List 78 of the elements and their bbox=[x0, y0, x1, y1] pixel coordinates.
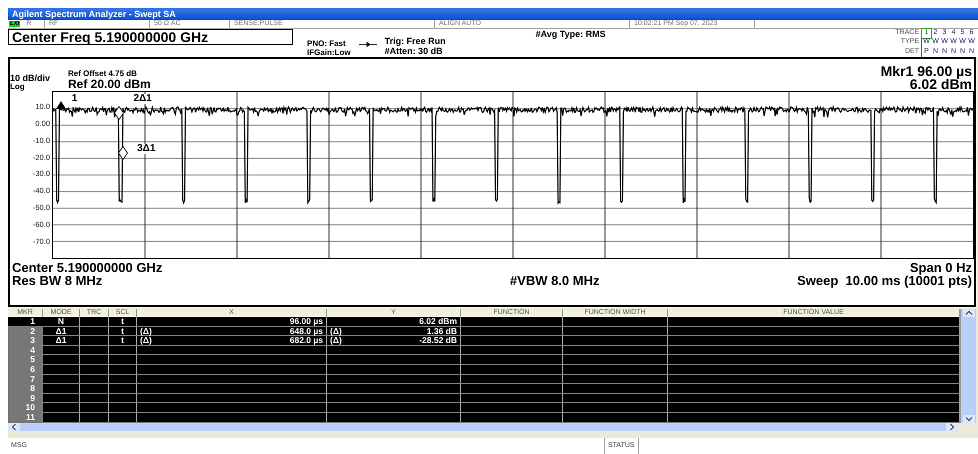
table-cell: Δ1 bbox=[43, 326, 80, 336]
table-cell: (Δ) 1.36 dB bbox=[327, 326, 461, 336]
table-cell bbox=[43, 355, 80, 365]
table-cell bbox=[43, 364, 80, 375]
table-cell bbox=[109, 374, 137, 384]
table-cell bbox=[43, 384, 80, 394]
table-cell: t bbox=[109, 336, 137, 346]
table-cell bbox=[80, 394, 109, 404]
table-cell bbox=[43, 412, 80, 423]
table-cell bbox=[109, 412, 137, 423]
ifgain-setting: IFGain:Low bbox=[307, 48, 351, 57]
marker-diamond-icon bbox=[114, 106, 124, 120]
marker-label: 2Δ1 bbox=[132, 94, 153, 104]
center-frequency[interactable]: Center Freq 5.190000000 GHz bbox=[8, 29, 293, 45]
scroll-up-icon[interactable] bbox=[962, 309, 974, 317]
scale-per-division: 10 dB/div bbox=[10, 74, 52, 83]
table-cell bbox=[80, 317, 109, 327]
window-title: Agilent Spectrum Analyzer - Swept SA bbox=[8, 8, 978, 20]
video-bandwidth-label: #VBW 8.0 MHz bbox=[510, 274, 600, 287]
marker-x-readout: Mkr1 96.00 µs bbox=[880, 65, 972, 78]
table-cell bbox=[80, 384, 109, 394]
marker-number-cell[interactable]: 4 bbox=[8, 346, 43, 356]
table-cell bbox=[80, 336, 109, 346]
table-cell bbox=[80, 326, 109, 336]
marker-number-cell[interactable]: 11 bbox=[8, 412, 43, 423]
table-cell bbox=[80, 355, 109, 365]
average-type: #Avg Type: RMS bbox=[536, 29, 606, 39]
marker-label: 1 bbox=[70, 94, 78, 104]
table-cell bbox=[43, 374, 80, 384]
table-cell bbox=[109, 394, 137, 404]
center-frequency-label: Center 5.190000000 GHz bbox=[12, 261, 162, 274]
marker-number-cell[interactable]: 5 bbox=[8, 355, 43, 365]
reference-offset: Ref Offset 4.75 dB bbox=[68, 69, 138, 78]
marker-label: 3Δ1 bbox=[136, 144, 156, 154]
table-cell bbox=[109, 346, 137, 356]
scroll-down-icon[interactable] bbox=[962, 414, 974, 423]
resolution-bandwidth-label: Res BW 8 MHz bbox=[12, 274, 102, 287]
span-label: Span 0 Hz bbox=[910, 261, 972, 274]
marker-number-cell[interactable]: 9 bbox=[8, 394, 43, 404]
table-cell: 6.02 dBm bbox=[327, 317, 461, 327]
attenuation-setting: #Atten: 30 dB bbox=[384, 46, 444, 56]
table-cell bbox=[109, 355, 137, 365]
scale-type: Log bbox=[10, 83, 26, 91]
table-cell: N bbox=[43, 317, 80, 327]
marker-number-cell[interactable]: 1 bbox=[8, 317, 43, 327]
marker-triangle-icon bbox=[56, 100, 66, 109]
table-cell: t bbox=[109, 326, 137, 336]
table-cell bbox=[80, 346, 109, 356]
table-cell: Δ1 bbox=[43, 336, 80, 346]
table-cell bbox=[43, 394, 80, 404]
marker-number-cell[interactable]: 6 bbox=[8, 364, 43, 375]
trigger-arrow-icon bbox=[358, 42, 377, 47]
table-cell: (Δ) 682.0 µs bbox=[137, 336, 327, 346]
marker-number-cell[interactable]: 2 bbox=[8, 326, 43, 336]
table-cell: (Δ) 648.0 µs bbox=[137, 326, 327, 336]
reference-level: Ref 20.00 dBm bbox=[68, 78, 151, 91]
table-cell bbox=[109, 364, 137, 375]
table-cell bbox=[80, 412, 109, 423]
trigger-setting: Trig: Free Run bbox=[384, 36, 446, 46]
marker-y-readout: 6.02 dBm bbox=[910, 78, 972, 91]
marker-number-cell[interactable]: 7 bbox=[8, 374, 43, 384]
table-cell: t bbox=[109, 317, 137, 327]
table-cell bbox=[80, 374, 109, 384]
marker-number-cell[interactable]: 8 bbox=[8, 384, 43, 394]
table-cell bbox=[80, 364, 109, 375]
table-cell bbox=[109, 403, 137, 413]
marker-number-cell[interactable]: 3 bbox=[8, 336, 43, 346]
sweep-label: Sweep 10.00 ms (10001 pts) bbox=[797, 274, 972, 287]
marker-number-cell[interactable]: 10 bbox=[8, 403, 43, 413]
table-cell bbox=[109, 384, 137, 394]
table-cell bbox=[43, 346, 80, 356]
table-cell: (Δ) -28.52 dB bbox=[327, 336, 461, 346]
pno-setting: PNO: Fast bbox=[307, 39, 347, 48]
table-cell bbox=[80, 403, 109, 413]
marker-diamond-icon bbox=[118, 146, 128, 160]
vertical-scrollbar[interactable] bbox=[960, 309, 976, 423]
table-cell: 96.00 µs bbox=[137, 317, 327, 327]
table-cell bbox=[43, 403, 80, 413]
